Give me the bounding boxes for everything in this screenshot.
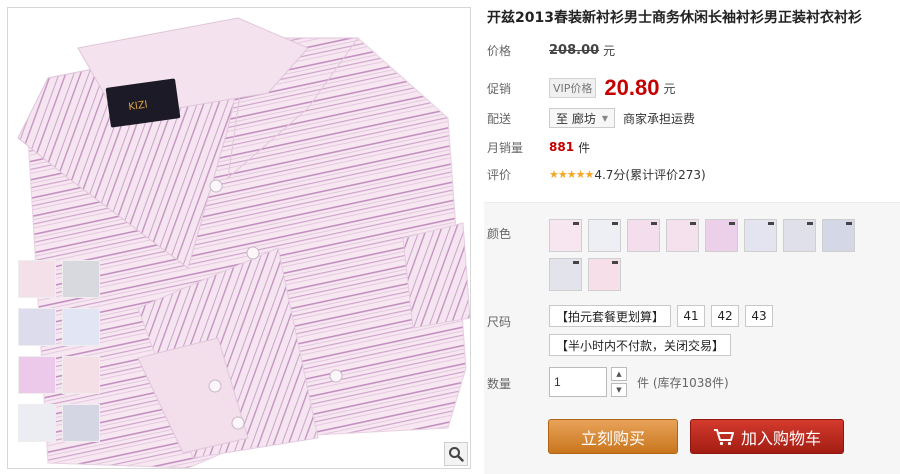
zoom-button[interactable] [444, 442, 468, 466]
promo-price: 20.80 [604, 75, 660, 100]
color-label: 颜色 [487, 227, 512, 241]
shipping-note: 商家承担运费 [623, 111, 696, 126]
thumbnail-4[interactable] [62, 308, 100, 346]
size-label: 尺码 [487, 315, 512, 329]
color-swatch-7[interactable] [783, 219, 816, 252]
size-option-43[interactable]: 43 [745, 305, 774, 327]
size-option-notice[interactable]: 【半小时内不付款，关闭交易】 [549, 334, 732, 356]
size-option-42[interactable]: 42 [711, 305, 740, 327]
review-row: 评价 ★★★★★ 4.7分 (累计评价273) [487, 164, 706, 184]
thumbnail-2[interactable] [62, 260, 100, 298]
rating-score: 4.7分 [594, 167, 626, 182]
sales-label: 月销量 [487, 140, 524, 155]
shopping-cart-icon [713, 428, 734, 445]
quantity-input[interactable] [549, 367, 607, 397]
size-option-list: 【拍元套餐更划算】 41 42 43 【半小时内不付款，关闭交易】 [549, 305, 879, 356]
review-count-link[interactable]: (累计评价273) [625, 166, 705, 183]
quantity-label: 数量 [487, 377, 512, 391]
quantity-step-buttons: ▲ ▼ [611, 367, 627, 397]
buy-now-button[interactable]: 立刻购买 [548, 419, 678, 454]
thumbnail-1[interactable] [18, 260, 56, 298]
decrease-quantity-icon[interactable]: ▼ [611, 383, 627, 397]
color-swatch-8[interactable] [822, 219, 855, 252]
quantity-stepper: ▲ ▼ 件 (库存1038件) [549, 367, 729, 397]
color-swatch-2[interactable] [588, 219, 621, 252]
color-thumbnail-list [18, 260, 104, 442]
product-page: KIZI 开兹2013春装新衬衫男士商务休闲长袖衬衫男正装衬衣衬衫 价格 208… [0, 0, 900, 474]
delivery-row: 配送 至 廊坊 ▼ 商家承担运费 [487, 108, 695, 128]
add-to-cart-button[interactable]: 加入购物车 [690, 419, 844, 454]
destination-value: 廊坊 [571, 111, 596, 126]
thumbnail-6[interactable] [62, 356, 100, 394]
vip-price-tag: VIP价格 [549, 78, 597, 98]
stock-text: 件 (库存1038件) [637, 375, 729, 390]
promo-row: 促销 VIP价格 20.80 元 [487, 75, 676, 100]
thumbnail-3[interactable] [18, 308, 56, 346]
color-swatch-5[interactable] [705, 219, 738, 252]
size-option-bundle[interactable]: 【拍元套餐更划算】 [549, 305, 672, 327]
delivery-label: 配送 [487, 111, 512, 126]
color-swatch-3[interactable] [627, 219, 660, 252]
add-to-cart-label: 加入购物车 [740, 428, 821, 448]
sku-selector: 颜色 尺码 【拍元套餐更划算】 41 42 43 【半小时内不付款，关闭交易】 [484, 202, 900, 474]
original-price: 208.00 [549, 42, 600, 58]
thumbnail-7[interactable] [18, 404, 56, 442]
destination-select[interactable]: 至 廊坊 ▼ [549, 108, 616, 128]
magnifier-icon [449, 447, 464, 462]
product-title: 开兹2013春装新衬衫男士商务休闲长袖衬衫男正装衬衣衬衫 [487, 10, 862, 26]
color-swatch-1[interactable] [549, 219, 582, 252]
promo-label: 促销 [487, 81, 512, 96]
price-label: 价格 [487, 43, 512, 58]
price-row: 价格 208.00 元 [487, 40, 615, 60]
destination-prefix: 至 [556, 111, 569, 126]
thumbnail-5[interactable] [18, 356, 56, 394]
sales-row: 月销量 881 件 [487, 137, 590, 157]
color-swatch-4[interactable] [666, 219, 699, 252]
color-swatch-list [549, 219, 869, 291]
increase-quantity-icon[interactable]: ▲ [611, 367, 627, 381]
review-label: 评价 [487, 167, 512, 182]
color-swatch-10[interactable] [588, 258, 621, 291]
sales-unit: 件 [578, 140, 591, 155]
product-info-panel: 开兹2013春装新衬衫男士商务休闲长袖衬衫男正装衬衣衬衫 价格 208.00 元… [484, 0, 900, 474]
promo-unit: 元 [663, 81, 676, 96]
star-rating-icon: ★★★★★ [549, 167, 594, 181]
product-gallery: KIZI [7, 7, 471, 469]
size-option-41[interactable]: 41 [677, 305, 706, 327]
price-unit: 元 [603, 43, 616, 58]
chevron-down-icon: ▼ [601, 113, 609, 123]
color-swatch-6[interactable] [744, 219, 777, 252]
thumbnail-8[interactable] [62, 404, 100, 442]
color-swatch-9[interactable] [549, 258, 582, 291]
monthly-sales-count: 881 [549, 140, 575, 154]
